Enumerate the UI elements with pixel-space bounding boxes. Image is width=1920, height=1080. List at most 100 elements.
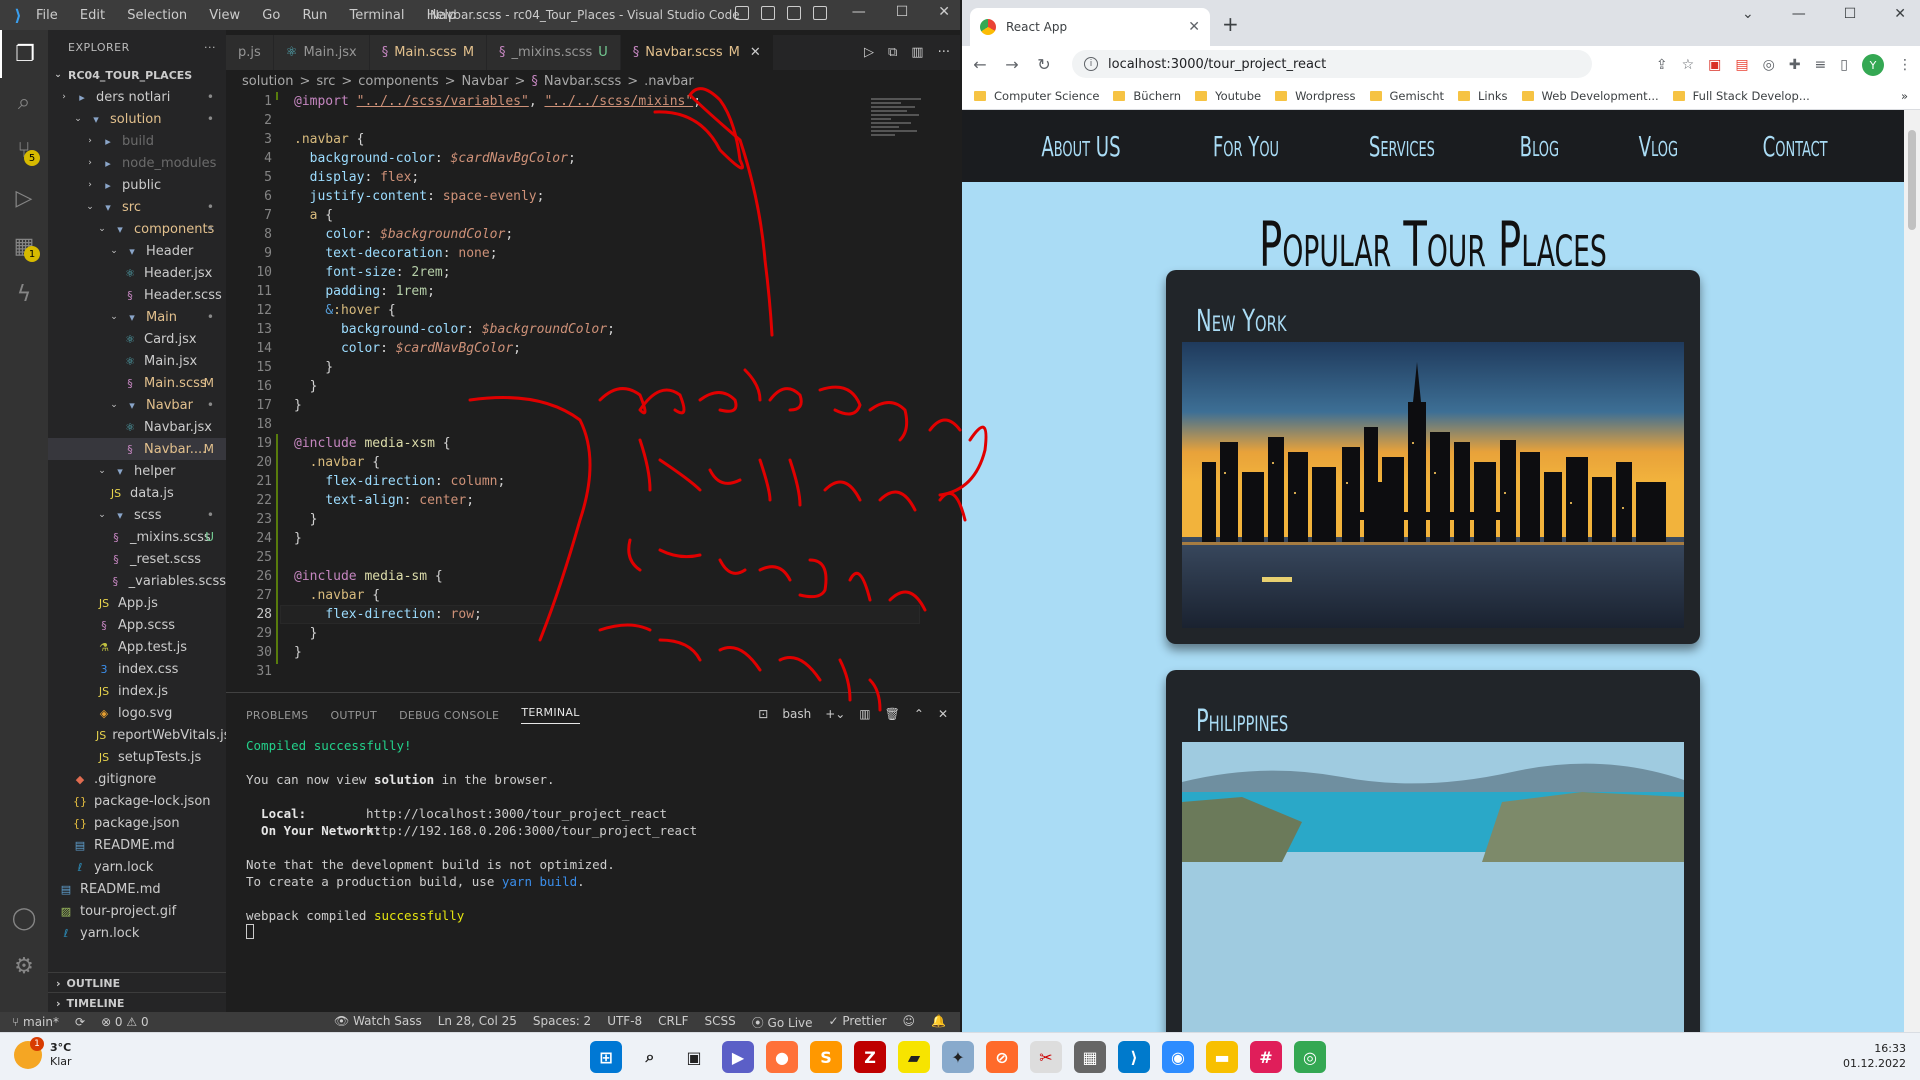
tab-p-js[interactable]: p.js — [226, 35, 274, 70]
file-tree-item[interactable]: JS setupTests.js — [48, 746, 226, 768]
tab-search-icon[interactable]: ⌄ — [1742, 6, 1754, 22]
file-tree-item[interactable]: ⌄ ▾ Main • — [48, 306, 226, 328]
file-tree-item[interactable]: ⚛ Main.jsx — [48, 350, 226, 372]
file-tree-item[interactable]: JS App.js — [48, 592, 226, 614]
file-tree-item[interactable]: § App.scss — [48, 614, 226, 636]
side-panel-icon[interactable]: ▯ — [1840, 57, 1848, 73]
more-actions-icon[interactable]: ··· — [204, 41, 216, 54]
close-panel-icon[interactable]: ✕ — [938, 707, 948, 721]
nav-link-blog[interactable]: Blog — [1520, 130, 1559, 163]
close-icon[interactable]: ✕ — [938, 4, 950, 20]
split-editor-icon[interactable]: ▥ — [911, 45, 923, 60]
chrome-icon[interactable]: ◎ — [1294, 1041, 1326, 1073]
notifications-icon[interactable]: 🔔 — [931, 1014, 946, 1031]
address-bar[interactable]: i localhost:3000/tour_project_react — [1072, 50, 1592, 78]
file-tree-item[interactable]: ⌄ ▾ components • — [48, 218, 226, 240]
tab-main-scss[interactable]: § Main.scss M — [369, 35, 488, 70]
bookmark-folder[interactable]: Gemischt — [1369, 89, 1444, 103]
minimize-icon[interactable]: — — [852, 4, 866, 20]
file-tree-item[interactable]: ▤ README.md — [48, 878, 226, 900]
file-explorer-icon[interactable]: ▬ — [1206, 1041, 1238, 1073]
system-clock[interactable]: 16:33 01.12.2022 — [1843, 1041, 1906, 1071]
tab-main-jsx[interactable]: ⚛ Main.jsx — [273, 35, 370, 70]
tab-output[interactable]: OUTPUT — [330, 709, 377, 722]
encoding[interactable]: UTF-8 — [607, 1014, 642, 1031]
puzzle-extensions-icon[interactable]: ✚ — [1789, 57, 1801, 73]
nav-link-vlog[interactable]: Vlog — [1639, 130, 1678, 163]
extension-icon[interactable]: ▤ — [1735, 57, 1748, 73]
forward-icon[interactable]: → — [998, 55, 1026, 74]
share-icon[interactable]: ⇪ — [1656, 57, 1668, 73]
close-tab-icon[interactable]: ✕ — [1188, 19, 1200, 35]
breadcrumb-item[interactable]: solution — [242, 74, 293, 89]
file-tree-item[interactable]: ⌄ ▾ helper — [48, 460, 226, 482]
page-scrollbar[interactable] — [1904, 110, 1920, 1032]
thunder-icon[interactable]: ϟ — [0, 270, 48, 318]
reading-list-icon[interactable]: ≡ — [1815, 57, 1827, 73]
maximize-icon[interactable]: ☐ — [1844, 6, 1857, 22]
breadcrumb-item[interactable]: Navbar.scss — [544, 74, 621, 89]
weather-widget[interactable]: 1 3°C Klar — [14, 1037, 72, 1069]
nav-link-services[interactable]: Services — [1369, 130, 1435, 163]
back-icon[interactable]: ← — [966, 55, 994, 74]
tab-problems[interactable]: PROBLEMS — [246, 709, 308, 722]
maximize-icon[interactable]: ☐ — [896, 4, 909, 20]
file-tree-item[interactable]: ⌄ ▾ solution • — [48, 108, 226, 130]
minimize-icon[interactable]: — — [1792, 6, 1806, 22]
tab-debug-console[interactable]: DEBUG CONSOLE — [399, 709, 499, 722]
menu-selection[interactable]: Selection — [127, 8, 187, 23]
vscode-taskbar-icon[interactable]: ⟩ — [1118, 1041, 1150, 1073]
file-tree-item[interactable]: {} package-lock.json — [48, 790, 226, 812]
shell-name[interactable]: bash — [782, 707, 811, 721]
search-icon[interactable]: ⌕ — [634, 1041, 666, 1073]
go-live-button[interactable]: ⦿ Go Live — [752, 1014, 813, 1031]
menu-file[interactable]: File — [36, 8, 58, 23]
file-tree-item[interactable]: › ▸ node_modules — [48, 152, 226, 174]
teams-chat-icon[interactable]: ▶ — [722, 1041, 754, 1073]
menu-go[interactable]: Go — [262, 8, 280, 23]
terminal-output[interactable]: Compiled successfully! You can now view … — [246, 737, 697, 941]
close-icon[interactable]: ✕ — [1894, 6, 1906, 22]
bookmark-folder[interactable]: Wordpress — [1275, 89, 1356, 103]
breadcrumb-item[interactable]: .navbar — [644, 74, 694, 89]
file-tree-item[interactable]: ⚛ Header.jsx — [48, 262, 226, 284]
maximize-panel-icon[interactable]: ⌃ — [914, 707, 924, 721]
workspace-root[interactable]: ⌄ RC04_TOUR_PLACES — [48, 64, 226, 86]
scrollbar-thumb[interactable] — [1908, 130, 1916, 230]
settings-gear-icon[interactable]: ⚙ — [0, 942, 48, 990]
menu-view[interactable]: View — [209, 8, 240, 23]
compare-icon[interactable]: ⧉ — [888, 45, 897, 60]
zoom-icon[interactable]: ◉ — [1162, 1041, 1194, 1073]
file-tree-item[interactable]: ⚛ Card.jsx — [48, 328, 226, 350]
file-tree-item[interactable]: ℓ yarn.lock — [48, 922, 226, 944]
file-tree-item[interactable]: ◈ logo.svg — [48, 702, 226, 724]
toggle-secondary-sidebar-icon[interactable] — [787, 6, 801, 20]
explorer-icon[interactable]: ❐ — [0, 30, 48, 78]
tab-terminal[interactable]: TERMINAL — [521, 706, 580, 724]
file-tree-item[interactable]: § Navbar.... M — [48, 438, 226, 460]
new-terminal-icon[interactable]: +⌄ — [825, 707, 845, 721]
task-view-icon[interactable]: ▣ — [678, 1041, 710, 1073]
more-bookmarks-icon[interactable]: » — [1901, 89, 1908, 103]
app-icon[interactable]: ✦ — [942, 1041, 974, 1073]
filezilla-icon[interactable]: Z — [854, 1041, 886, 1073]
run-icon[interactable]: ▷ — [864, 45, 874, 60]
file-tree-item[interactable]: › ▸ public — [48, 174, 226, 196]
file-tree-item[interactable]: ⚗ App.test.js — [48, 636, 226, 658]
bookmark-star-icon[interactable]: ☆ — [1682, 57, 1695, 73]
nav-link-about[interactable]: About US — [1042, 130, 1121, 163]
timeline-section[interactable]: › TIMELINE — [48, 992, 226, 1012]
outline-section[interactable]: › OUTLINE — [48, 972, 226, 994]
new-tab-icon[interactable]: + — [1222, 12, 1239, 36]
postman-icon[interactable]: ⊘ — [986, 1041, 1018, 1073]
extension-icon[interactable]: ◎ — [1763, 57, 1775, 73]
customize-layout-icon[interactable] — [813, 6, 827, 20]
file-tree-item[interactable]: ⚛ Navbar.jsx — [48, 416, 226, 438]
breadcrumb-item[interactable]: Navbar — [462, 74, 509, 89]
source-control-icon[interactable]: ⑂ 5 — [0, 126, 48, 174]
language-mode[interactable]: SCSS — [704, 1014, 735, 1031]
file-tree-item[interactable]: ▤ README.md — [48, 834, 226, 856]
toggle-panel-icon[interactable] — [761, 6, 775, 20]
minimap[interactable] — [871, 96, 951, 156]
file-tree-item[interactable]: § _reset.scss — [48, 548, 226, 570]
